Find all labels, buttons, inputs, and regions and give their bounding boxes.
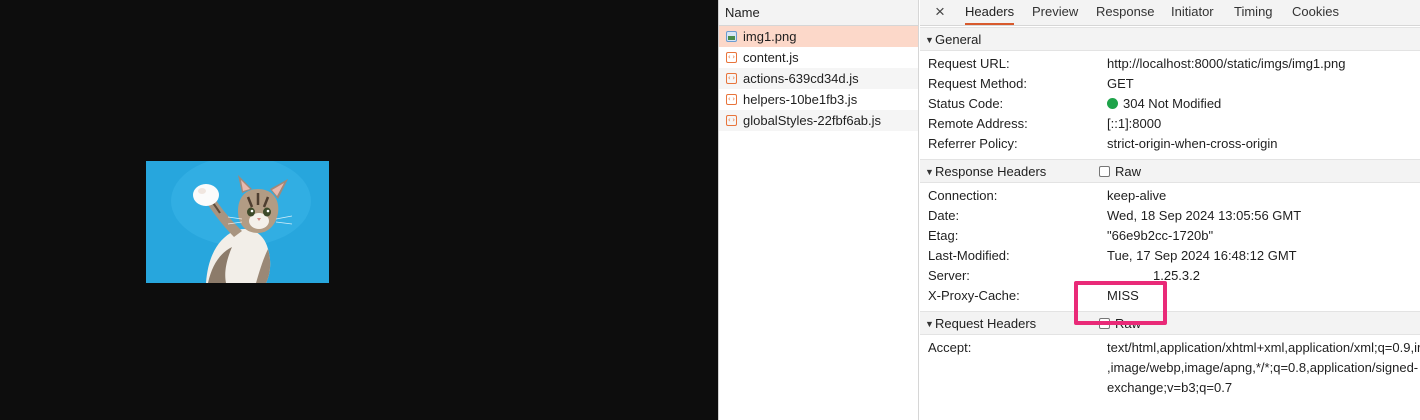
request-list: Name img1.png ‹› content.js ‹› actions-6… (719, 0, 919, 420)
header-row: Referrer Policy: strict-origin-when-cros… (920, 134, 1420, 154)
script-file-icon: ‹› (726, 94, 737, 105)
header-row-continuation: ,image/webp,image/apng,*/*;q=0.8,applica… (920, 358, 1420, 378)
header-key: Request Method: (928, 76, 1028, 91)
request-name: globalStyles-22fbf6ab.js (743, 113, 882, 128)
response-headers-list: Connection: keep-alive Date: Wed, 18 Sep… (920, 183, 1420, 306)
raw-checkbox[interactable] (1099, 166, 1110, 177)
header-key: Remote Address: (928, 116, 1028, 131)
response-headers-section-header[interactable]: ▼ Response Headers Raw (920, 159, 1420, 183)
header-value: [::1]:8000 (1107, 116, 1162, 131)
header-value: ,image/webp,image/apng,*/*;q=0.8,applica… (1107, 360, 1419, 375)
script-file-icon: ‹› (726, 115, 737, 126)
section-title: Response Headers (935, 164, 1047, 179)
header-row: Last-Modified: Tue, 17 Sep 2024 16:48:12… (920, 246, 1420, 266)
page-viewport (0, 0, 718, 420)
header-key: Connection: (928, 188, 998, 203)
request-row[interactable]: ‹› content.js (719, 47, 918, 68)
header-value: strict-origin-when-cross-origin (1107, 136, 1278, 151)
tab-response[interactable]: Response (1096, 0, 1155, 25)
header-value: exchange;v=b3;q=0.7 (1107, 380, 1233, 395)
kitten-photo (146, 161, 329, 283)
header-value: "66e9b2cc-1720b" (1107, 228, 1214, 243)
header-row: Request URL: http://localhost:8000/stati… (920, 54, 1420, 74)
header-value: Tue, 17 Sep 2024 16:48:12 GMT (1107, 248, 1297, 263)
general-list: Request URL: http://localhost:8000/stati… (920, 51, 1420, 154)
header-key: Last-Modified: (928, 248, 1010, 263)
tab-cookies[interactable]: Cookies (1292, 0, 1339, 25)
header-value: keep-alive (1107, 188, 1167, 203)
request-details: × Headers Preview Response Initiator Tim… (920, 0, 1420, 420)
tab-initiator[interactable]: Initiator (1171, 0, 1214, 25)
status-value: 304 Not Modified (1107, 94, 1221, 114)
header-value: http://localhost:8000/static/imgs/img1.p… (1107, 56, 1346, 71)
section-title: Request Headers (935, 316, 1037, 331)
header-row: Accept: text/html,application/xhtml+xml,… (920, 338, 1420, 358)
request-row[interactable]: ‹› helpers-10be1fb3.js (719, 89, 918, 110)
status-dot-icon (1107, 98, 1118, 109)
script-file-icon: ‹› (726, 52, 737, 63)
header-key: Etag: (928, 228, 959, 243)
request-name: actions-639cd34d.js (743, 71, 859, 86)
header-key: Date: (928, 208, 960, 223)
tab-timing[interactable]: Timing (1234, 0, 1273, 25)
script-file-icon: ‹› (726, 73, 737, 84)
header-key: Status Code: (928, 96, 1004, 111)
request-headers-list: Accept: text/html,application/xhtml+xml,… (920, 335, 1420, 398)
request-name: helpers-10be1fb3.js (743, 92, 858, 107)
section-title: General (935, 32, 982, 47)
tab-preview[interactable]: Preview (1032, 0, 1078, 25)
tab-headers[interactable]: Headers (965, 0, 1015, 25)
header-row: X-Proxy-Cache: MISS (920, 286, 1420, 306)
collapse-triangle-icon: ▼ (925, 35, 934, 45)
request-row[interactable]: ‹› globalStyles-22fbf6ab.js (719, 110, 918, 131)
annotation-highlight-box (1074, 281, 1167, 325)
header-value: GET (1107, 76, 1134, 91)
header-row: Server: 1.25.3.2 (920, 266, 1420, 286)
request-name: img1.png (743, 29, 797, 44)
close-icon[interactable]: × (932, 3, 948, 20)
collapse-triangle-icon: ▼ (925, 167, 934, 177)
header-row: Status Code: 304 Not Modified (920, 94, 1420, 114)
header-row: Connection: keep-alive (920, 186, 1420, 206)
request-headers-section-header[interactable]: ▼ Request Headers Raw (920, 311, 1420, 335)
request-name: content.js (743, 50, 799, 65)
header-row: Remote Address: [::1]:8000 (920, 114, 1420, 134)
header-row: Etag: "66e9b2cc-1720b" (920, 226, 1420, 246)
name-column-header[interactable]: Name (719, 0, 918, 26)
header-key: X-Proxy-Cache: (928, 288, 1020, 303)
devtools-panel: Name img1.png ‹› content.js ‹› actions-6… (718, 0, 1420, 420)
details-tab-bar: × Headers Preview Response Initiator Tim… (920, 0, 1420, 26)
header-value: text/html,application/xhtml+xml,applicat… (1107, 340, 1420, 355)
request-row[interactable]: ‹› actions-639cd34d.js (719, 68, 918, 89)
raw-label: Raw (1115, 164, 1142, 179)
status-text: 304 Not Modified (1123, 96, 1222, 111)
request-row[interactable]: img1.png (719, 26, 918, 47)
image-file-icon (726, 31, 737, 42)
header-value: Wed, 18 Sep 2024 13:05:56 GMT (1107, 208, 1302, 223)
header-key: Accept: (928, 340, 972, 355)
collapse-triangle-icon: ▼ (925, 319, 934, 329)
header-key: Server: (928, 268, 970, 283)
header-row: Date: Wed, 18 Sep 2024 13:05:56 GMT (920, 206, 1420, 226)
general-section-header[interactable]: ▼ General (920, 27, 1420, 51)
header-row-continuation: exchange;v=b3;q=0.7 (920, 378, 1420, 398)
header-row: Request Method: GET (920, 74, 1420, 94)
header-key: Request URL: (928, 56, 1010, 71)
header-key: Referrer Policy: (928, 136, 1018, 151)
